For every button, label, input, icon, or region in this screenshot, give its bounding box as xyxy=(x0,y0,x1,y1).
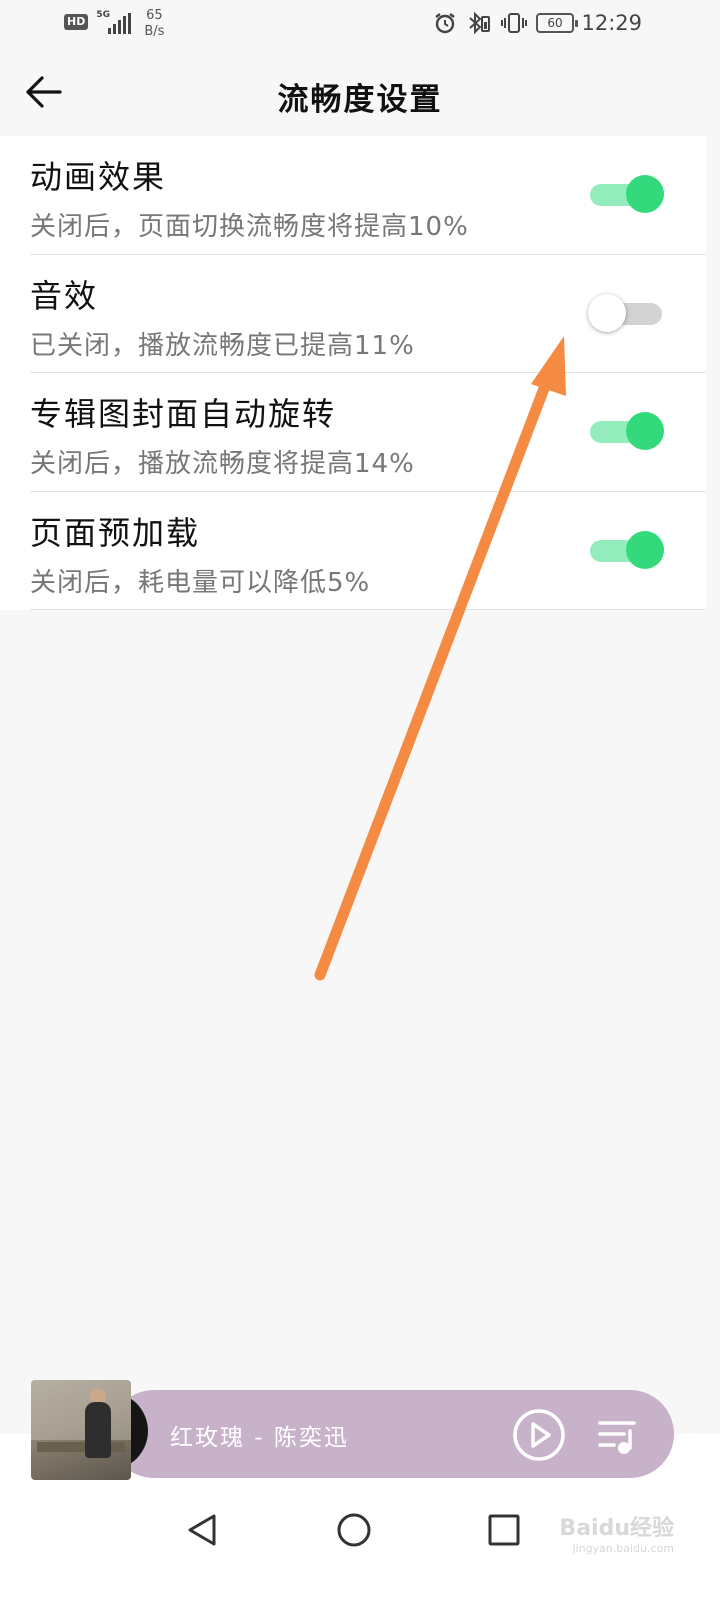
setting-album-rotate[interactable]: 专辑图封面自动旋转 关闭后，播放流畅度将提高14% xyxy=(0,373,706,492)
battery-icon: 60 xyxy=(536,13,578,33)
network-speed: 65 B/s xyxy=(144,8,164,40)
playlist-icon[interactable] xyxy=(596,1414,642,1458)
network-speed-unit: B/s xyxy=(144,24,165,39)
hd-badge: HD xyxy=(64,14,89,30)
header: 流畅度设置 xyxy=(0,48,720,136)
watermark-brand: Baidu经验 xyxy=(559,1516,674,1541)
setting-animation[interactable]: 动画效果 关闭后，页面切换流畅度将提高10% xyxy=(0,136,706,255)
album-cover[interactable] xyxy=(31,1380,131,1480)
navigation-bar: Baidu经验 jingyan.baidu.com xyxy=(0,1490,720,1600)
setting-title: 页面预加载 xyxy=(30,513,201,552)
status-left: HD 5G 65 B/s xyxy=(64,8,164,40)
watermark-logo: Baidu经验 jingyan.baidu.com xyxy=(559,1510,674,1555)
setting-title: 专辑图封面自动旋转 xyxy=(30,395,337,433)
status-right: 60 xyxy=(433,10,578,36)
nav-recent-icon[interactable] xyxy=(484,1510,524,1550)
setting-subtitle: 关闭后，播放流畅度将提高14% xyxy=(30,449,415,479)
alarm-icon xyxy=(435,13,455,34)
song-title[interactable]: 红玫瑰 - 陈奕迅 xyxy=(170,1418,349,1452)
status-bar: HD 5G 65 B/s 60 12:29 xyxy=(0,0,720,48)
preload-toggle[interactable] xyxy=(588,530,664,570)
network-speed-value: 65 xyxy=(146,8,163,23)
setting-subtitle: 关闭后，页面切换流畅度将提高10% xyxy=(30,212,469,242)
setting-title: 音效 xyxy=(30,276,99,315)
setting-subtitle: 关闭后，耗电量可以降低5% xyxy=(30,567,371,598)
setting-title: 动画效果 xyxy=(30,158,167,196)
vibrate-icon xyxy=(501,13,527,33)
signal-icon: 5G xyxy=(96,8,136,36)
setting-sound-effects[interactable]: 音效 已关闭，播放流畅度已提高11% xyxy=(0,255,706,374)
animation-toggle[interactable] xyxy=(588,174,664,214)
watermark-url: jingyan.baidu.com xyxy=(572,1542,674,1555)
play-icon[interactable] xyxy=(512,1408,566,1462)
page-title: 流畅度设置 xyxy=(277,82,443,118)
album-rotate-toggle[interactable] xyxy=(588,411,664,451)
setting-preload[interactable]: 页面预加载 关闭后，耗电量可以降低5% xyxy=(0,492,706,611)
nav-back-icon[interactable] xyxy=(182,1510,222,1550)
screen: HD 5G 65 B/s 60 12:29 流畅度设置 动画效果 关闭后，页面切… xyxy=(0,0,720,1600)
sound-effects-toggle[interactable] xyxy=(588,293,664,333)
nav-home-icon[interactable] xyxy=(334,1510,374,1550)
setting-subtitle: 已关闭，播放流畅度已提高11% xyxy=(30,330,415,361)
bluetooth-icon xyxy=(469,11,490,35)
settings-list: 动画效果 关闭后，页面切换流畅度将提高10% 音效 已关闭，播放流畅度已提高11… xyxy=(0,136,706,610)
clock: 12:29 xyxy=(581,11,642,35)
